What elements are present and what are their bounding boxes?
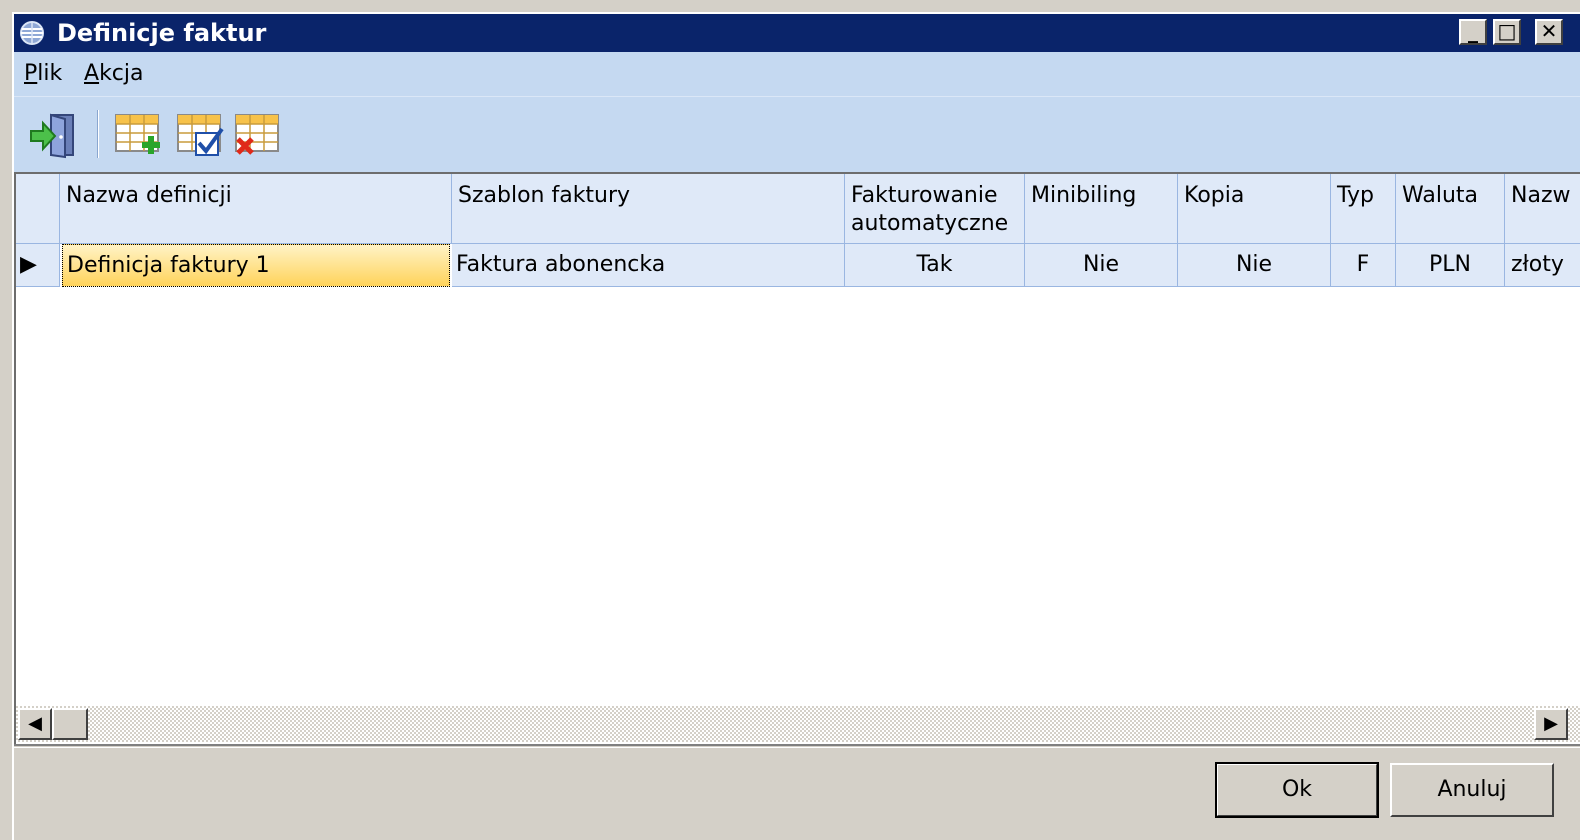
menu-plik-accel: P — [24, 61, 38, 86]
scroll-thumb[interactable] — [52, 708, 88, 740]
column-header-nazwa-waluty[interactable]: Nazw — [1505, 174, 1580, 244]
table-cell-nazwa-definicji[interactable]: Definicja faktury 1 — [62, 244, 450, 287]
column-header-kopia[interactable]: Kopia — [1178, 174, 1331, 244]
edit-row-icon[interactable] — [174, 109, 226, 161]
column-header-minibiling[interactable]: Minibiling — [1025, 174, 1178, 244]
table-cell-fakturowanie[interactable]: Tak — [845, 244, 1025, 287]
maximize-button[interactable]: □ — [1493, 19, 1521, 45]
close-button[interactable]: ✕ — [1535, 19, 1563, 45]
delete-row-icon[interactable] — [232, 109, 284, 161]
column-header-waluta[interactable]: Waluta — [1396, 174, 1505, 244]
ok-button[interactable]: Ok — [1215, 762, 1379, 818]
app-globe-icon — [20, 21, 44, 45]
row-indicator[interactable]: ▶ — [16, 244, 60, 287]
table-cell-waluta[interactable]: PLN — [1396, 244, 1505, 287]
menu-akcja-label: kcja — [99, 61, 144, 86]
column-header-fakturowanie-automatyczne[interactable]: Fakturowanie automatyczne — [845, 174, 1025, 244]
table-cell-kopia[interactable]: Nie — [1178, 244, 1331, 287]
cancel-button[interactable]: Anuluj — [1390, 763, 1554, 817]
exit-door-icon[interactable] — [29, 109, 81, 161]
toolbar-separator — [97, 110, 99, 158]
bottom-separator — [14, 744, 1580, 748]
table-cell-szablon-faktury[interactable]: Faktura abonencka — [452, 244, 845, 287]
menu-akcja-accel: A — [84, 61, 100, 86]
window-title: Definicje faktur — [57, 19, 267, 47]
column-header-typ[interactable]: Typ — [1331, 174, 1396, 244]
minimize-button[interactable]: _ — [1459, 19, 1487, 45]
menu-akcja[interactable]: Akcja — [84, 58, 144, 90]
horizontal-scrollbar[interactable] — [16, 706, 1580, 742]
table-cell-minibiling[interactable]: Nie — [1025, 244, 1178, 287]
menu-plik[interactable]: Plik — [24, 58, 62, 90]
table-cell-nazwa-waluty[interactable]: złoty — [1505, 244, 1580, 287]
menu-plik-label: lik — [37, 61, 63, 86]
row-header-corner — [16, 174, 60, 244]
scroll-right-button[interactable]: ▶ — [1534, 708, 1568, 740]
table-cell-typ[interactable]: F — [1331, 244, 1396, 287]
menu-bar — [14, 52, 1580, 96]
column-header-szablon-faktury[interactable]: Szablon faktury — [452, 174, 845, 244]
column-header-nazwa-definicji[interactable]: Nazwa definicji — [60, 174, 452, 244]
scroll-left-button[interactable]: ◀ — [18, 708, 52, 740]
add-row-icon[interactable] — [112, 109, 164, 161]
